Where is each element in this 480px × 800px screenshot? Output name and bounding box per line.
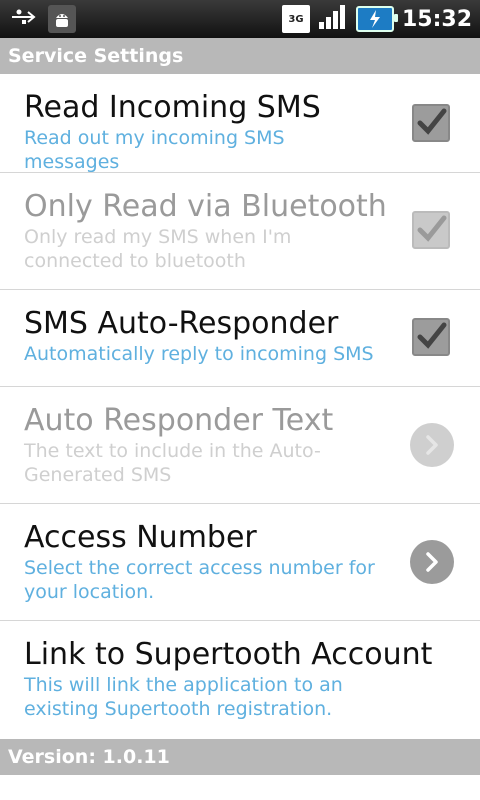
version-footer: Version: 1.0.11 [0, 739, 480, 775]
setting-title: SMS Auto-Responder [24, 306, 339, 341]
setting-title: Only Read via Bluetooth [24, 189, 387, 224]
network-3g-icon: 3G [281, 5, 310, 33]
checkbox-bluetooth-only [412, 211, 450, 249]
setting-only-read-bluetooth: Only Read via Bluetooth Only read my SMS… [0, 173, 480, 290]
bottom-spacer [0, 775, 480, 799]
android-debug-icon [48, 5, 76, 33]
settings-list: Read Incoming SMS Read out my incoming S… [0, 74, 480, 739]
setting-summary: This will link the application to an exi… [24, 674, 343, 720]
checkbox-auto-responder[interactable] [412, 318, 450, 356]
setting-read-incoming-sms[interactable]: Read Incoming SMS Read out my incoming S… [0, 74, 480, 173]
checkbox-read-sms[interactable] [412, 104, 450, 142]
clock: 15:32 [401, 6, 472, 32]
setting-title: Auto Responder Text [24, 403, 334, 438]
setting-summary: Only read my SMS when I'm connected to b… [24, 226, 292, 272]
setting-access-number[interactable]: Access Number Select the correct access … [0, 504, 480, 621]
setting-summary: Automatically reply to incoming SMS [24, 343, 374, 365]
battery-charging-icon [355, 6, 398, 32]
chevron-right-icon[interactable] [410, 540, 454, 584]
setting-sms-auto-responder[interactable]: SMS Auto-Responder Automatically reply t… [0, 290, 480, 387]
setting-title: Link to Supertooth Account [24, 637, 433, 672]
setting-title: Read Incoming SMS [24, 90, 321, 125]
setting-auto-responder-text: Auto Responder Text The text to include … [0, 387, 480, 504]
setting-link-supertooth-account[interactable]: Link to Supertooth Account This will lin… [0, 621, 480, 739]
setting-title: Access Number [24, 520, 257, 555]
setting-summary: The text to include in the Auto-Generate… [24, 440, 321, 486]
usb-icon [10, 7, 40, 31]
signal-bars-icon [318, 4, 348, 34]
chevron-right-icon [410, 423, 454, 467]
status-bar: 3G 15:32 [0, 0, 480, 38]
setting-summary: Select the correct access number for you… [24, 557, 375, 603]
section-header: Service Settings [0, 38, 480, 74]
